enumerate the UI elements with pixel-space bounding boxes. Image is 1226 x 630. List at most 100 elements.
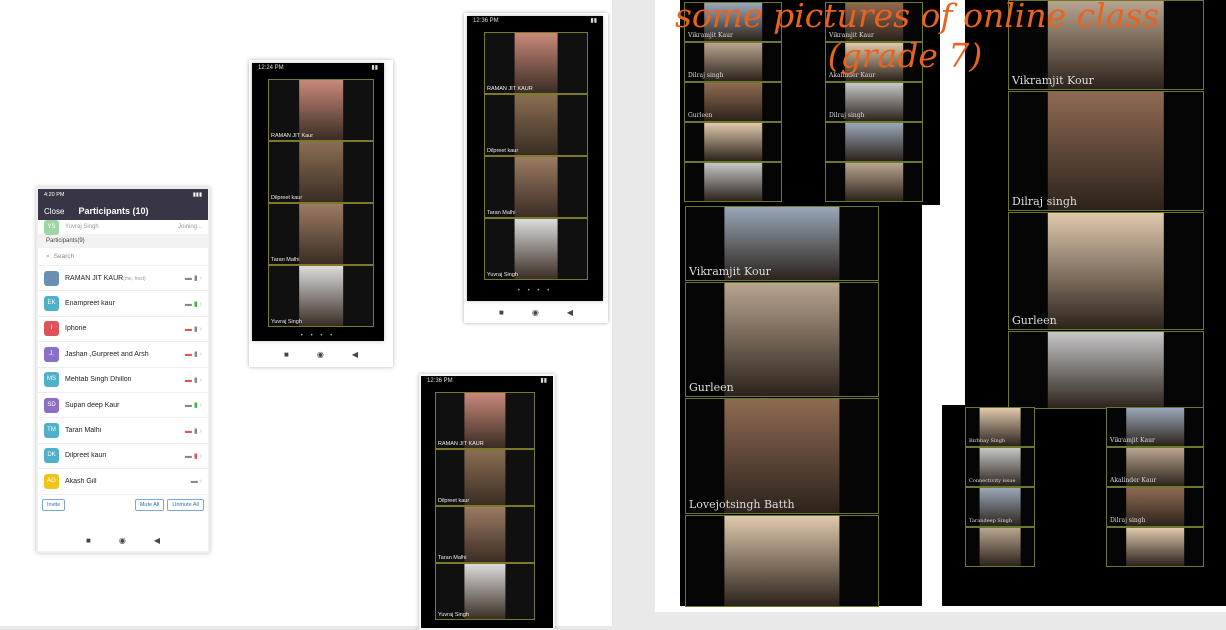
video-tile[interactable] [684,122,782,162]
video-tile[interactable]: Dilraj singh [1008,91,1204,211]
video-tile[interactable]: Gurleen [1008,212,1204,330]
participant-video [514,95,558,155]
search-input[interactable]: Search [54,253,75,260]
search-field[interactable]: ⌕ Search [38,248,208,266]
recents-icon[interactable]: ■ [284,350,289,359]
search-icon: ⌕ [46,252,50,260]
video-tile[interactable]: Yuvraj Singh [435,563,535,620]
video-tile[interactable]: Taran Malhi [268,203,374,265]
tile-label: Vikramjit Kour [689,265,771,278]
participant-name: Mehtab Singh Dhillon [65,376,185,383]
phone-gallery-4: 12:36 PM ▮▮ RAMAN JIT KAUR Dilpreet kaur Ta… [419,374,555,630]
chevron-right-icon: › [199,351,202,359]
participant-row[interactable]: J, Jashan ,Gurpreet and Arsh ▬ ▮ › [38,342,208,368]
participant-row[interactable]: DK Dilpreet kauri ▬ ▮ › [38,444,208,470]
avatar: SD [44,397,59,413]
video-tile[interactable]: Yuvraj Singh [268,265,374,327]
tile-label: Gurleen [1012,314,1057,327]
back-icon[interactable]: ◀ [352,350,358,359]
participant-status-icons: ▬ ▮ › [185,376,202,384]
tile-label: Gurleen [688,112,713,119]
participant-name: Jashan ,Gurpreet and Arsh [65,351,185,358]
participant-row[interactable]: MS Mehtab Singh Dhillon ▬ ▮ › [38,368,208,393]
avatar [44,270,59,286]
video-icon: ▬ [184,376,192,384]
video-tile[interactable]: Dilraj singh [825,82,923,122]
video-tile[interactable]: Dilpreet kaur [484,94,588,156]
tile-label: Yuvraj Singh [271,319,302,325]
video-tile[interactable] [825,162,923,202]
video-tile[interactable]: Akalinder Kaur [1106,447,1204,487]
home-icon[interactable]: ◉ [317,350,324,359]
home-icon[interactable]: ◉ [119,536,126,545]
participant-row[interactable]: TM Taran Malhi ▬ ▮ › [38,418,208,444]
video-tile[interactable] [685,515,879,607]
tile-label: Dilpreet kaur [271,195,303,201]
participant-video [724,399,840,513]
video-tile[interactable]: Tarandeep Singh [965,487,1035,527]
participant-row[interactable]: AG Akash Gill ▬ › [38,469,208,495]
video-tile[interactable]: Gurleen [684,82,782,122]
joining-name: Yuvraj Singh [65,224,99,230]
participant-status-icons: ▬ ▮ › [185,300,202,308]
video-tile[interactable] [965,527,1035,567]
video-tile[interactable] [1008,331,1204,409]
tile-label: Dilpreet kaur [487,148,519,154]
video-tile[interactable]: RAMAN JIT KAUR [435,392,535,449]
invite-button[interactable]: Invite [42,498,66,511]
signal-icon: ▮▮ [540,378,547,384]
home-icon[interactable]: ◉ [532,308,539,317]
video-tile[interactable] [825,122,923,162]
back-icon[interactable]: ◀ [567,308,573,317]
video-tile[interactable]: Taran Malhi [435,506,535,563]
tile-label: Tarandeep Singh [969,518,1013,524]
video-tile[interactable] [684,162,782,202]
participant-status-icons: ▬ ▮ › [185,274,202,282]
tile-label: Dilraj singh [1012,195,1077,208]
video-tile[interactable]: Vikramjit Kaur [1106,407,1204,447]
unmute-all-button[interactable]: Unmute All [167,498,204,511]
video-tile[interactable]: RAMAN JIT Kaur [268,79,374,141]
headline-line2: (grade 7) [827,36,983,75]
participant-row[interactable]: RAMAN JIT KAUR(me, host) ▬ ▮ › [38,266,208,292]
participant-name-text: RAMAN JIT KAUR [65,274,124,282]
video-tile[interactable] [1106,527,1204,567]
video-tile[interactable]: Yuvraj Singh [484,218,588,280]
participant-row[interactable]: SD Supan deep Kaur ▬ ▮ › [38,393,208,419]
video-tile[interactable]: Connectivity issue [965,447,1035,487]
video-tile[interactable]: Dilpreet kaur [268,141,374,203]
participant-video [704,83,762,121]
participant-row[interactable]: EK Enampreet kaur ▬ ▮ › [38,291,208,317]
chevron-right-icon: › [199,402,202,410]
recents-icon[interactable]: ■ [499,308,504,317]
tile-label: Dilraj singh [829,112,865,119]
participant-video [514,219,558,279]
participant-status-icons: ▬ ▮ › [185,452,202,460]
participant-name-text: Akash Gill [65,477,97,485]
mic-icon: ▮ [193,275,198,283]
participant-status-icons: ▬ ▮ › [185,325,202,333]
participant-name-text: Mehtab Singh Dhillon [65,376,132,384]
video-tile[interactable]: Gurleen [685,282,879,397]
video-tile[interactable]: Birbhay Singh [965,407,1035,447]
close-button[interactable]: Close [44,207,64,216]
tile-label: Dilpreet kaur [438,498,470,504]
avatar: YS [44,219,59,235]
video-tile[interactable]: Dilpreet kaur [435,449,535,506]
mute-all-button[interactable]: Mute All [134,498,165,511]
video-tile[interactable]: Dilraj singh [1106,487,1204,527]
recents-icon[interactable]: ■ [86,536,91,545]
status-time: 4:20 PM [44,192,65,198]
video-tile[interactable]: Taran Malhi [484,156,588,218]
video-tile[interactable]: Vikramjit Kour [685,206,879,281]
participant-row[interactable]: I Iphone ▬ ▮ › [38,317,208,343]
video-tile[interactable]: RAMAN JIT KAUR [484,32,588,94]
video-tile[interactable]: Lovejotsingh Batth [685,398,879,514]
avatar: J, [44,346,59,362]
participant-video [464,450,506,505]
participant-video [724,516,840,606]
tile-label: Yuvraj Singh [487,272,518,278]
video-icon: ▬ [184,452,192,460]
back-icon[interactable]: ◀ [154,536,160,545]
status-time: 12:36 PM [473,18,499,24]
